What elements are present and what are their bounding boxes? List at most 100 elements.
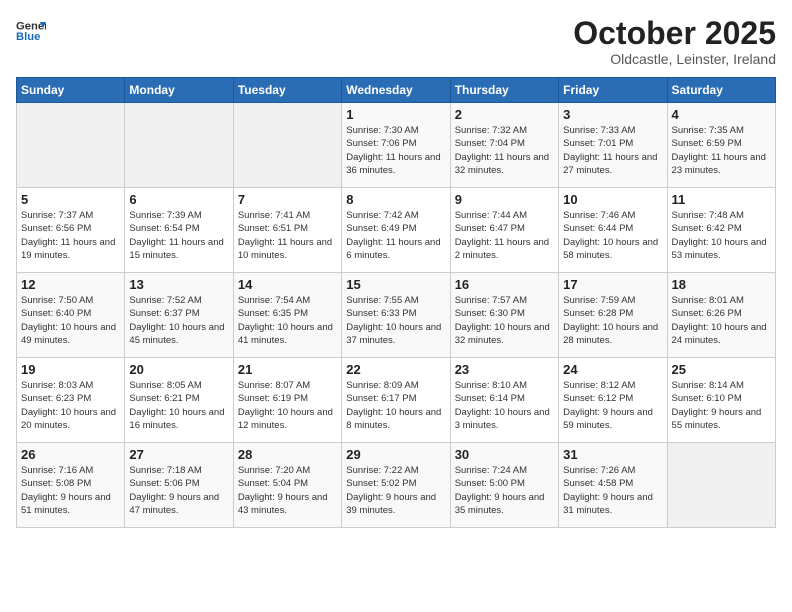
day-cell: 19 Sunrise: 8:03 AM Sunset: 6:23 PM Dayli… [17,358,125,443]
calendar-table: SundayMondayTuesdayWednesdayThursdayFrid… [16,77,776,528]
day-info: Sunrise: 7:54 AM Sunset: 6:35 PM Dayligh… [238,294,337,347]
day-info: Sunrise: 7:18 AM Sunset: 5:06 PM Dayligh… [129,464,228,517]
day-info: Sunrise: 8:05 AM Sunset: 6:21 PM Dayligh… [129,379,228,432]
day-cell [125,103,233,188]
day-info: Sunrise: 7:20 AM Sunset: 5:04 PM Dayligh… [238,464,337,517]
day-info: Sunrise: 7:37 AM Sunset: 6:56 PM Dayligh… [21,209,120,262]
title-block: October 2025 Oldcastle, Leinster, Irelan… [573,16,776,67]
day-number: 13 [129,277,228,292]
day-number: 28 [238,447,337,462]
day-cell: 25 Sunrise: 8:14 AM Sunset: 6:10 PM Dayli… [667,358,775,443]
day-cell: 24Sunrise: 8:12 AM Sunset: 6:12 PM Dayli… [559,358,667,443]
day-cell [233,103,341,188]
col-header-tuesday: Tuesday [233,78,341,103]
day-cell: 22 Sunrise: 8:09 AM Sunset: 6:17 PM Dayli… [342,358,450,443]
day-number: 11 [672,192,771,207]
calendar-header-row: SundayMondayTuesdayWednesdayThursdayFrid… [17,78,776,103]
day-number: 27 [129,447,228,462]
day-info: Sunrise: 7:42 AM Sunset: 6:49 PM Dayligh… [346,209,445,262]
day-number: 22 [346,362,445,377]
day-cell: 1 Sunrise: 7:30 AM Sunset: 7:06 PM Daylig… [342,103,450,188]
day-info: Sunrise: 7:52 AM Sunset: 6:37 PM Dayligh… [129,294,228,347]
col-header-monday: Monday [125,78,233,103]
day-cell: 9 Sunrise: 7:44 AM Sunset: 6:47 PM Daylig… [450,188,558,273]
day-info: Sunrise: 7:22 AM Sunset: 5:02 PM Dayligh… [346,464,445,517]
day-info: Sunrise: 8:01 AM Sunset: 6:26 PM Dayligh… [672,294,771,347]
day-number: 9 [455,192,554,207]
day-number: 14 [238,277,337,292]
day-number: 1 [346,107,445,122]
svg-text:Blue: Blue [16,31,40,43]
day-cell: 18 Sunrise: 8:01 AM Sunset: 6:26 PM Dayli… [667,273,775,358]
week-row-5: 26 Sunrise: 7:16 AM Sunset: 5:08 PM Dayli… [17,443,776,528]
day-info: Sunrise: 7:44 AM Sunset: 6:47 PM Dayligh… [455,209,554,262]
page-header: General Blue October 2025 Oldcastle, Lei… [16,16,776,67]
day-number: 4 [672,107,771,122]
day-cell [17,103,125,188]
col-header-sunday: Sunday [17,78,125,103]
day-cell: 30Sunrise: 7:24 AM Sunset: 5:00 PM Dayli… [450,443,558,528]
day-number: 12 [21,277,120,292]
day-info: Sunrise: 7:24 AM Sunset: 5:00 PM Dayligh… [455,464,554,517]
day-cell: 21 Sunrise: 8:07 AM Sunset: 6:19 PM Dayli… [233,358,341,443]
day-number: 26 [21,447,120,462]
day-cell [667,443,775,528]
day-info: Sunrise: 8:10 AM Sunset: 6:14 PM Dayligh… [455,379,554,432]
day-info: Sunrise: 7:39 AM Sunset: 6:54 PM Dayligh… [129,209,228,262]
day-info: Sunrise: 7:30 AM Sunset: 7:06 PM Dayligh… [346,124,445,177]
day-number: 3 [563,107,662,122]
day-number: 2 [455,107,554,122]
day-number: 17 [563,277,662,292]
day-cell: 31Sunrise: 7:26 AM Sunset: 4:58 PM Dayli… [559,443,667,528]
day-info: Sunrise: 7:33 AM Sunset: 7:01 PM Dayligh… [563,124,662,177]
day-cell: 12 Sunrise: 7:50 AM Sunset: 6:40 PM Dayli… [17,273,125,358]
day-cell: 14 Sunrise: 7:54 AM Sunset: 6:35 PM Dayli… [233,273,341,358]
day-number: 10 [563,192,662,207]
day-info: Sunrise: 8:09 AM Sunset: 6:17 PM Dayligh… [346,379,445,432]
col-header-saturday: Saturday [667,78,775,103]
day-cell: 29Sunrise: 7:22 AM Sunset: 5:02 PM Dayli… [342,443,450,528]
day-number: 31 [563,447,662,462]
day-info: Sunrise: 7:57 AM Sunset: 6:30 PM Dayligh… [455,294,554,347]
day-info: Sunrise: 7:32 AM Sunset: 7:04 PM Dayligh… [455,124,554,177]
day-number: 8 [346,192,445,207]
day-info: Sunrise: 8:07 AM Sunset: 6:19 PM Dayligh… [238,379,337,432]
logo: General Blue [16,16,46,46]
day-info: Sunrise: 8:03 AM Sunset: 6:23 PM Dayligh… [21,379,120,432]
day-cell: 11Sunrise: 7:48 AM Sunset: 6:42 PM Dayli… [667,188,775,273]
week-row-4: 19 Sunrise: 8:03 AM Sunset: 6:23 PM Dayli… [17,358,776,443]
day-cell: 27 Sunrise: 7:18 AM Sunset: 5:06 PM Dayli… [125,443,233,528]
day-info: Sunrise: 7:50 AM Sunset: 6:40 PM Dayligh… [21,294,120,347]
day-cell: 8 Sunrise: 7:42 AM Sunset: 6:49 PM Daylig… [342,188,450,273]
week-row-3: 12 Sunrise: 7:50 AM Sunset: 6:40 PM Dayli… [17,273,776,358]
day-cell: 28 Sunrise: 7:20 AM Sunset: 5:04 PM Dayli… [233,443,341,528]
day-cell: 23Sunrise: 8:10 AM Sunset: 6:14 PM Dayli… [450,358,558,443]
day-cell: 15 Sunrise: 7:55 AM Sunset: 6:33 PM Dayli… [342,273,450,358]
col-header-thursday: Thursday [450,78,558,103]
day-info: Sunrise: 7:16 AM Sunset: 5:08 PM Dayligh… [21,464,120,517]
day-number: 6 [129,192,228,207]
day-info: Sunrise: 7:55 AM Sunset: 6:33 PM Dayligh… [346,294,445,347]
day-cell: 2 Sunrise: 7:32 AM Sunset: 7:04 PM Daylig… [450,103,558,188]
day-number: 20 [129,362,228,377]
col-header-wednesday: Wednesday [342,78,450,103]
day-number: 25 [672,362,771,377]
day-cell: 10Sunrise: 7:46 AM Sunset: 6:44 PM Dayli… [559,188,667,273]
day-number: 18 [672,277,771,292]
day-number: 15 [346,277,445,292]
day-cell: 13 Sunrise: 7:52 AM Sunset: 6:37 PM Dayli… [125,273,233,358]
day-number: 7 [238,192,337,207]
day-cell: 16Sunrise: 7:57 AM Sunset: 6:30 PM Dayli… [450,273,558,358]
day-number: 5 [21,192,120,207]
day-cell: 4 Sunrise: 7:35 AM Sunset: 6:59 PM Daylig… [667,103,775,188]
day-cell: 6 Sunrise: 7:39 AM Sunset: 6:54 PM Daylig… [125,188,233,273]
location-subtitle: Oldcastle, Leinster, Ireland [573,51,776,67]
day-cell: 3 Sunrise: 7:33 AM Sunset: 7:01 PM Daylig… [559,103,667,188]
week-row-2: 5 Sunrise: 7:37 AM Sunset: 6:56 PM Daylig… [17,188,776,273]
day-cell: 17Sunrise: 7:59 AM Sunset: 6:28 PM Dayli… [559,273,667,358]
day-info: Sunrise: 7:35 AM Sunset: 6:59 PM Dayligh… [672,124,771,177]
day-number: 19 [21,362,120,377]
day-number: 24 [563,362,662,377]
day-number: 21 [238,362,337,377]
day-info: Sunrise: 8:14 AM Sunset: 6:10 PM Dayligh… [672,379,771,432]
